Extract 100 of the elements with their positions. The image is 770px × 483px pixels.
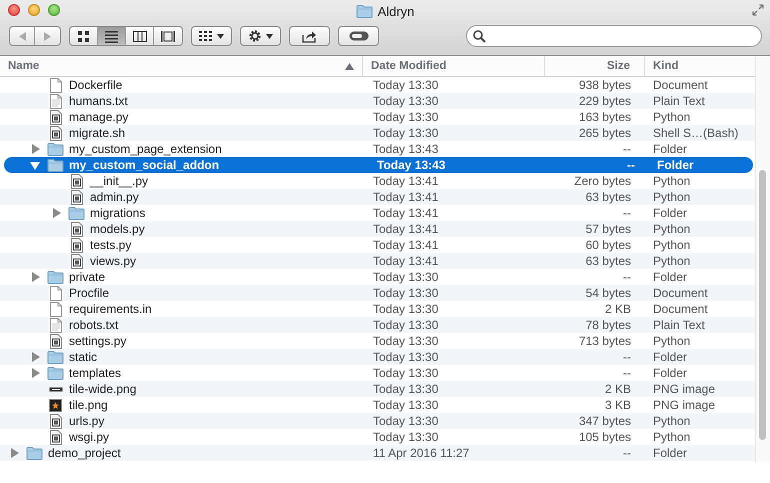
file-size: -- (623, 206, 631, 220)
view-mode-button[interactable] (98, 27, 126, 45)
file-size: 63 bytes (586, 190, 631, 204)
file-name: tile.png (69, 398, 108, 412)
file-size: 57 bytes (586, 222, 631, 236)
file-name: manage.py (69, 110, 128, 124)
file-row[interactable]: Dockerfile Today 13:30 938 bytes Document (0, 77, 755, 93)
file-name: migrate.sh (69, 126, 126, 140)
date-modified: Today 13:30 (373, 270, 438, 284)
file-size: 60 bytes (586, 238, 631, 252)
folder-icon (47, 142, 64, 156)
search-icon (473, 30, 486, 42)
date-modified: Today 13:43 (377, 158, 446, 172)
file-row[interactable]: settings.py Today 13:30 713 bytes Python (0, 333, 755, 349)
file-row[interactable]: wsgi.py Today 13:30 105 bytes Python (0, 429, 755, 445)
disclosure-triangle-icon[interactable] (30, 368, 40, 378)
file-row[interactable]: my_custom_social_addon Today 13:43 -- Folder (4, 157, 753, 173)
file-row[interactable]: urls.py Today 13:30 347 bytes Python (0, 413, 755, 429)
file-row[interactable]: tile.png Today 13:30 3 KB PNG image (0, 397, 755, 413)
file-row[interactable]: tile-wide.png Today 13:30 2 KB PNG image (0, 381, 755, 397)
file-kind: Python (653, 334, 690, 348)
file-row[interactable]: static Today 13:30 -- Folder (0, 349, 755, 365)
file-size: -- (623, 142, 631, 156)
file-size: -- (623, 350, 631, 364)
file-size: 78 bytes (586, 318, 631, 332)
minimize-button[interactable] (28, 4, 40, 16)
image-file-icon (49, 398, 62, 412)
disclosure-triangle-icon[interactable] (30, 144, 40, 154)
date-modified: Today 13:30 (373, 366, 438, 380)
arrange-grid-icon (199, 31, 213, 41)
file-row[interactable]: views.py Today 13:41 63 bytes Python (0, 253, 755, 269)
file-name: Procfile (69, 286, 110, 300)
file-row[interactable]: robots.txt Today 13:30 78 bytes Plain Text (0, 317, 755, 333)
date-modified: Today 13:30 (373, 94, 438, 108)
file-row[interactable]: my_custom_page_extension Today 13:43 -- Folder (0, 141, 755, 157)
script-file-icon (70, 238, 82, 252)
column-header[interactable]: Size (545, 56, 645, 76)
file-row[interactable]: models.py Today 13:41 57 bytes Python (0, 221, 755, 237)
script-file-icon (50, 334, 62, 348)
file-row[interactable]: admin.py Today 13:41 63 bytes Python (0, 189, 755, 205)
date-modified: Today 13:41 (373, 222, 438, 236)
file-row[interactable]: migrate.sh Today 13:30 265 bytes Shell S…(Bash) (0, 125, 755, 141)
file-row[interactable]: requirements.in Today 13:30 2 KB Document (0, 301, 755, 317)
file-kind: Python (653, 238, 690, 252)
file-name: wsgi.py (69, 430, 110, 444)
date-modified: Today 13:30 (373, 382, 438, 396)
file-size: 713 bytes (578, 334, 631, 348)
file-size: -- (623, 366, 631, 380)
script-file-icon (70, 174, 82, 188)
file-kind: Folder (653, 206, 688, 220)
file-row[interactable]: manage.py Today 13:30 163 bytes Python (0, 109, 755, 125)
file-row[interactable]: __init__.py Today 13:41 Zero bytes Python (0, 173, 755, 189)
file-kind: Python (653, 190, 690, 204)
file-row[interactable]: humans.txt Today 13:30 229 bytes Plain Text (0, 93, 755, 109)
disclosure-triangle-icon[interactable] (30, 352, 40, 362)
file-kind: Folder (653, 350, 688, 364)
column-header[interactable]: Kind (645, 56, 755, 76)
caret-icon (217, 34, 224, 38)
script-file-icon (50, 126, 62, 140)
file-name: __init__.py (90, 174, 148, 188)
file-row[interactable]: demo_project 11 Apr 2016 11:27 -- Folder (0, 445, 755, 461)
file-kind: Plain Text (653, 94, 705, 108)
file-name: settings.py (69, 334, 126, 348)
file-size: 265 bytes (578, 126, 631, 140)
file-kind: Document (653, 78, 708, 92)
file-row[interactable]: tests.py Today 13:41 60 bytes Python (0, 237, 755, 253)
date-modified: Today 13:30 (373, 110, 438, 124)
disclosure-triangle-icon[interactable] (52, 208, 60, 218)
folder-icon (356, 4, 373, 18)
file-size: 54 bytes (586, 286, 631, 300)
file-kind: Document (653, 286, 708, 300)
close-button[interactable] (8, 4, 20, 16)
file-kind: Document (653, 302, 708, 316)
date-modified: Today 13:41 (373, 174, 438, 188)
disclosure-triangle-icon[interactable] (30, 272, 40, 282)
file-row[interactable]: templates Today 13:30 -- Folder (0, 365, 755, 381)
script-file-icon (70, 254, 82, 268)
file-row[interactable]: Procfile Today 13:30 54 bytes Document (0, 285, 755, 301)
cover-flow-icon (161, 30, 175, 42)
column-header[interactable]: Date Modified (363, 56, 545, 76)
search-field[interactable] (466, 25, 762, 47)
file-name: tests.py (90, 238, 132, 252)
disclosure-triangle-icon[interactable] (10, 448, 18, 458)
file-name: my_custom_social_addon (69, 158, 220, 172)
date-modified: Today 13:41 (373, 254, 438, 268)
date-modified: Today 13:30 (373, 350, 438, 364)
file-row[interactable]: migrations Today 13:41 -- Folder (0, 205, 755, 221)
date-modified: Today 13:30 (373, 78, 438, 92)
column-header[interactable]: Name (0, 56, 363, 76)
file-row[interactable]: private Today 13:30 -- Folder (0, 269, 755, 285)
back-arrow-icon (18, 32, 26, 40)
gear-icon (248, 29, 262, 43)
disclosure-triangle-icon[interactable] (30, 160, 40, 170)
file-name: robots.txt (69, 318, 118, 332)
file-size: 938 bytes (578, 78, 631, 92)
zoom-button[interactable] (48, 4, 60, 16)
scrollbar-thumb[interactable] (759, 170, 766, 440)
folder-icon (68, 206, 85, 220)
fullscreen-icon[interactable] (752, 4, 764, 16)
file-name: migrations (90, 206, 146, 220)
